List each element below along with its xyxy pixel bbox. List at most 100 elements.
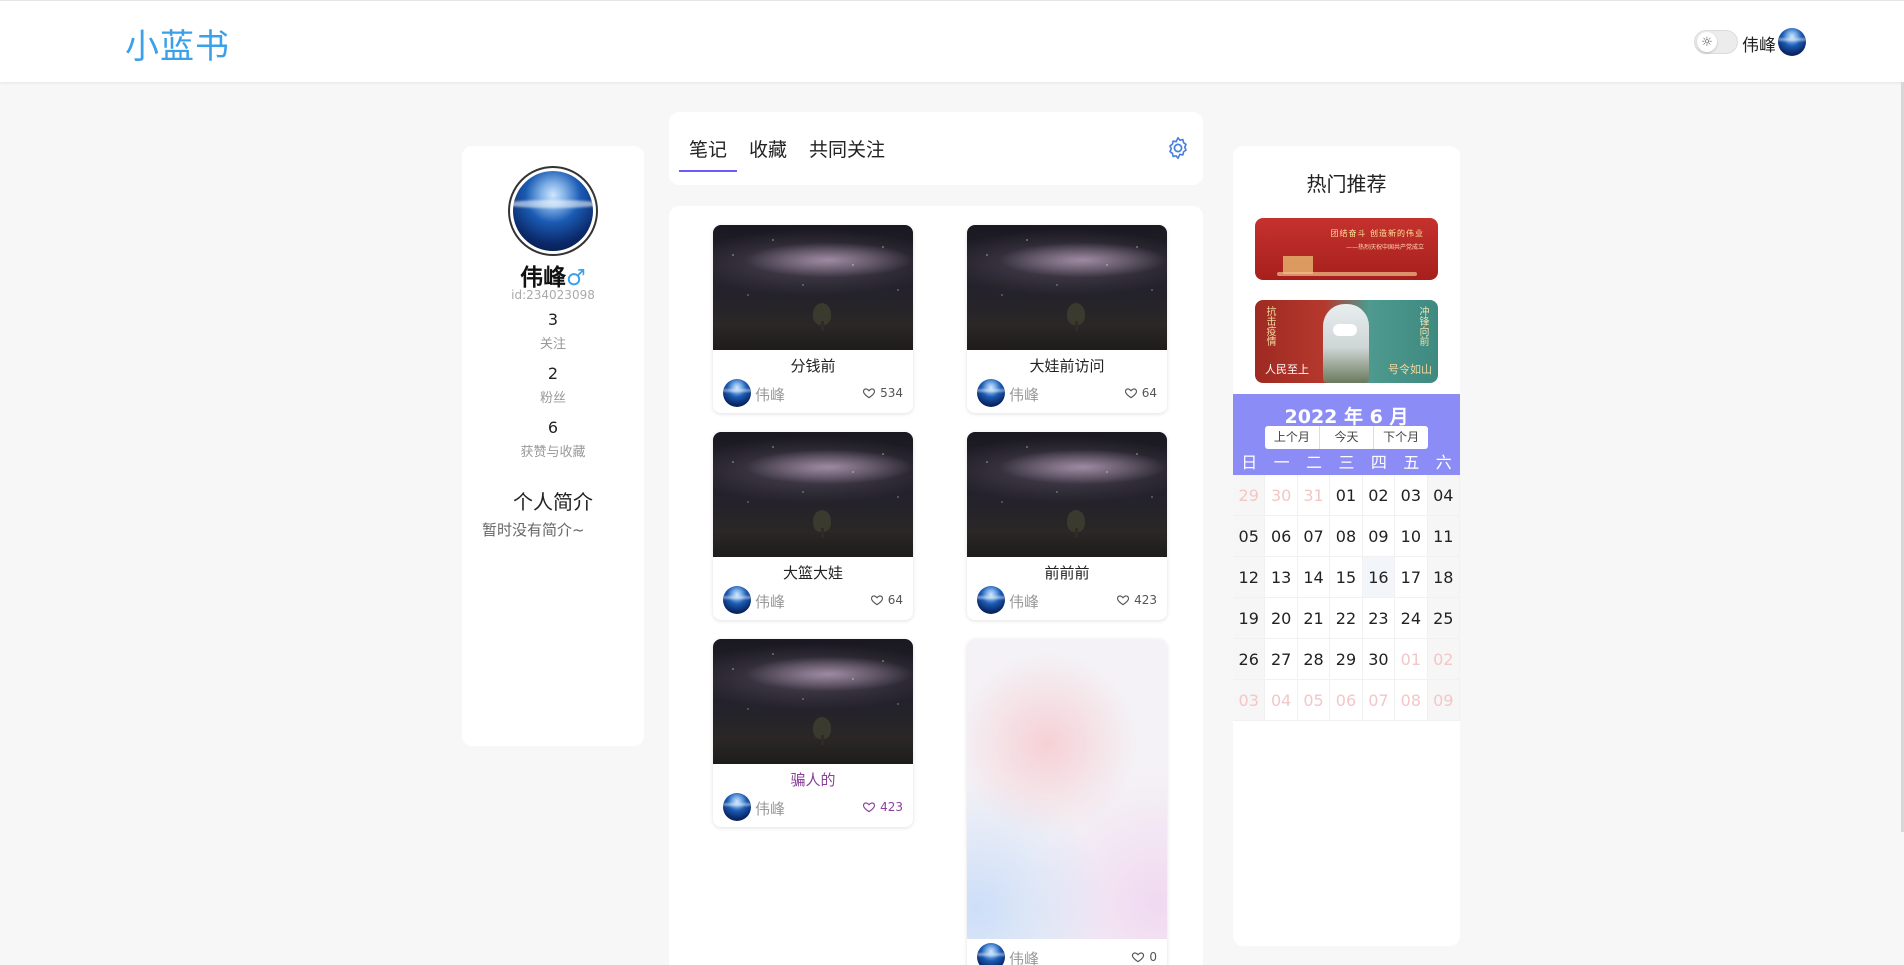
calendar-day[interactable]: 21 <box>1298 598 1331 638</box>
calendar-day[interactable]: 10 <box>1395 516 1428 556</box>
calendar-day[interactable]: 11 <box>1427 516 1460 556</box>
calendar-day[interactable]: 17 <box>1395 557 1428 597</box>
theme-toggle[interactable]: ☼ <box>1694 30 1738 54</box>
note-cover-image[interactable] <box>713 432 913 557</box>
calendar-day[interactable]: 29 <box>1330 639 1363 679</box>
note-cover-image[interactable] <box>967 639 1167 939</box>
calendar-day[interactable]: 02 <box>1363 475 1396 515</box>
calendar-day[interactable]: 30 <box>1363 639 1396 679</box>
calendar-day[interactable]: 20 <box>1265 598 1298 638</box>
calendar-day[interactable]: 23 <box>1363 598 1396 638</box>
author-name[interactable]: 伟峰 <box>1009 948 1039 965</box>
calendar-day[interactable]: 12 <box>1233 557 1266 597</box>
calendar-day[interactable]: 24 <box>1395 598 1428 638</box>
author-name[interactable]: 伟峰 <box>1009 591 1039 612</box>
calendar-day[interactable]: 08 <box>1395 680 1428 720</box>
author-avatar[interactable] <box>977 379 1005 407</box>
calendar-day[interactable]: 30 <box>1265 475 1298 515</box>
like-count[interactable]: 423 <box>862 800 903 814</box>
note-card[interactable]: 伟峰 0 <box>967 639 1167 965</box>
calendar-day[interactable]: 05 <box>1298 680 1331 720</box>
calendar-day[interactable]: 29 <box>1233 475 1266 515</box>
like-count[interactable]: 534 <box>862 386 903 400</box>
author-name[interactable]: 伟峰 <box>755 591 785 612</box>
heart-icon[interactable] <box>1131 950 1145 964</box>
calendar-day[interactable]: 19 <box>1233 598 1266 638</box>
calendar-day[interactable]: 18 <box>1427 557 1460 597</box>
calendar-day[interactable]: 01 <box>1330 475 1363 515</box>
calendar-day[interactable]: 02 <box>1427 639 1460 679</box>
note-card[interactable]: 分钱前 伟峰 534 <box>713 225 913 413</box>
note-title[interactable]: 前前前 <box>967 562 1167 582</box>
note-title[interactable]: 分钱前 <box>713 355 913 375</box>
note-cover-image[interactable] <box>713 225 913 350</box>
note-card[interactable]: 骗人的 伟峰 423 <box>713 639 913 827</box>
calendar-day[interactable]: 14 <box>1298 557 1331 597</box>
calendar-day[interactable]: 05 <box>1233 516 1266 556</box>
calendar-day[interactable]: 25 <box>1427 598 1460 638</box>
author-avatar[interactable] <box>977 586 1005 614</box>
like-count[interactable]: 64 <box>870 593 903 607</box>
note-card[interactable]: 大篮大娃 伟峰 64 <box>713 432 913 620</box>
calendar-day[interactable]: 04 <box>1265 680 1298 720</box>
note-title[interactable]: 骗人的 <box>713 769 913 789</box>
calendar-day[interactable]: 31 <box>1298 475 1331 515</box>
calendar-day[interactable]: 22 <box>1330 598 1363 638</box>
tab-mutual-follow[interactable]: 共同关注 <box>809 135 885 162</box>
calendar-day[interactable]: 09 <box>1363 516 1396 556</box>
calendar-day[interactable]: 16 <box>1362 557 1396 597</box>
prev-month-button[interactable]: 上个月 <box>1265 426 1320 449</box>
heart-icon[interactable] <box>862 386 876 400</box>
calendar-day[interactable]: 07 <box>1363 680 1396 720</box>
like-count[interactable]: 64 <box>1124 386 1157 400</box>
header-avatar[interactable] <box>1778 28 1806 56</box>
note-cover-image[interactable] <box>967 225 1167 350</box>
heart-icon[interactable] <box>862 800 876 814</box>
header-user-name[interactable]: 伟峰 <box>1742 31 1776 56</box>
note-card[interactable]: 前前前 伟峰 423 <box>967 432 1167 620</box>
note-cover-image[interactable] <box>713 639 913 764</box>
calendar-day[interactable]: 13 <box>1265 557 1298 597</box>
author-name[interactable]: 伟峰 <box>1009 384 1039 405</box>
author-avatar[interactable] <box>723 379 751 407</box>
calendar-row: 03 04 05 06 07 08 09 <box>1233 680 1460 721</box>
today-button[interactable]: 今天 <box>1320 426 1375 449</box>
calendar-day[interactable]: 01 <box>1395 639 1428 679</box>
note-title[interactable]: 大娃前访问 <box>967 355 1167 375</box>
tab-collections[interactable]: 收藏 <box>749 135 787 162</box>
recommend-banner-1[interactable]: 团结奋斗 创造新的伟业 ——热烈庆祝中国共产党成立 <box>1255 218 1438 280</box>
like-count[interactable]: 423 <box>1116 593 1157 607</box>
calendar-day[interactable]: 06 <box>1330 680 1363 720</box>
stat-followers[interactable]: 2 粉丝 <box>462 364 644 406</box>
calendar-day[interactable]: 07 <box>1298 516 1331 556</box>
heart-icon[interactable] <box>870 593 884 607</box>
calendar-day[interactable]: 04 <box>1427 475 1460 515</box>
calendar-day[interactable]: 15 <box>1330 557 1363 597</box>
note-title[interactable]: 大篮大娃 <box>713 562 913 582</box>
calendar-day[interactable]: 28 <box>1298 639 1331 679</box>
author-avatar[interactable] <box>723 793 751 821</box>
calendar-day[interactable]: 27 <box>1265 639 1298 679</box>
calendar-day[interactable]: 26 <box>1233 639 1266 679</box>
calendar-day[interactable]: 08 <box>1330 516 1363 556</box>
calendar-day[interactable]: 09 <box>1427 680 1460 720</box>
stat-likes-collections[interactable]: 6 获赞与收藏 <box>462 418 644 460</box>
calendar-day[interactable]: 03 <box>1233 680 1266 720</box>
gear-icon[interactable] <box>1165 135 1191 161</box>
author-name[interactable]: 伟峰 <box>755 384 785 405</box>
calendar-day[interactable]: 06 <box>1265 516 1298 556</box>
next-month-button[interactable]: 下个月 <box>1374 426 1428 449</box>
note-card[interactable]: 大娃前访问 伟峰 64 <box>967 225 1167 413</box>
logo[interactable]: 小蓝书 <box>125 19 230 68</box>
heart-icon[interactable] <box>1116 593 1130 607</box>
like-count[interactable]: 0 <box>1131 950 1157 964</box>
author-avatar[interactable] <box>723 586 751 614</box>
calendar-day[interactable]: 03 <box>1395 475 1428 515</box>
author-name[interactable]: 伟峰 <box>755 798 785 819</box>
heart-icon[interactable] <box>1124 386 1138 400</box>
stat-following[interactable]: 3 关注 <box>462 310 644 352</box>
recommend-banner-2[interactable]: 抗击疫情 人民至上 冲锋向前 号令如山 <box>1255 300 1438 383</box>
note-cover-image[interactable] <box>967 432 1167 557</box>
tab-notes[interactable]: 笔记 <box>678 135 738 172</box>
author-avatar[interactable] <box>977 943 1005 965</box>
